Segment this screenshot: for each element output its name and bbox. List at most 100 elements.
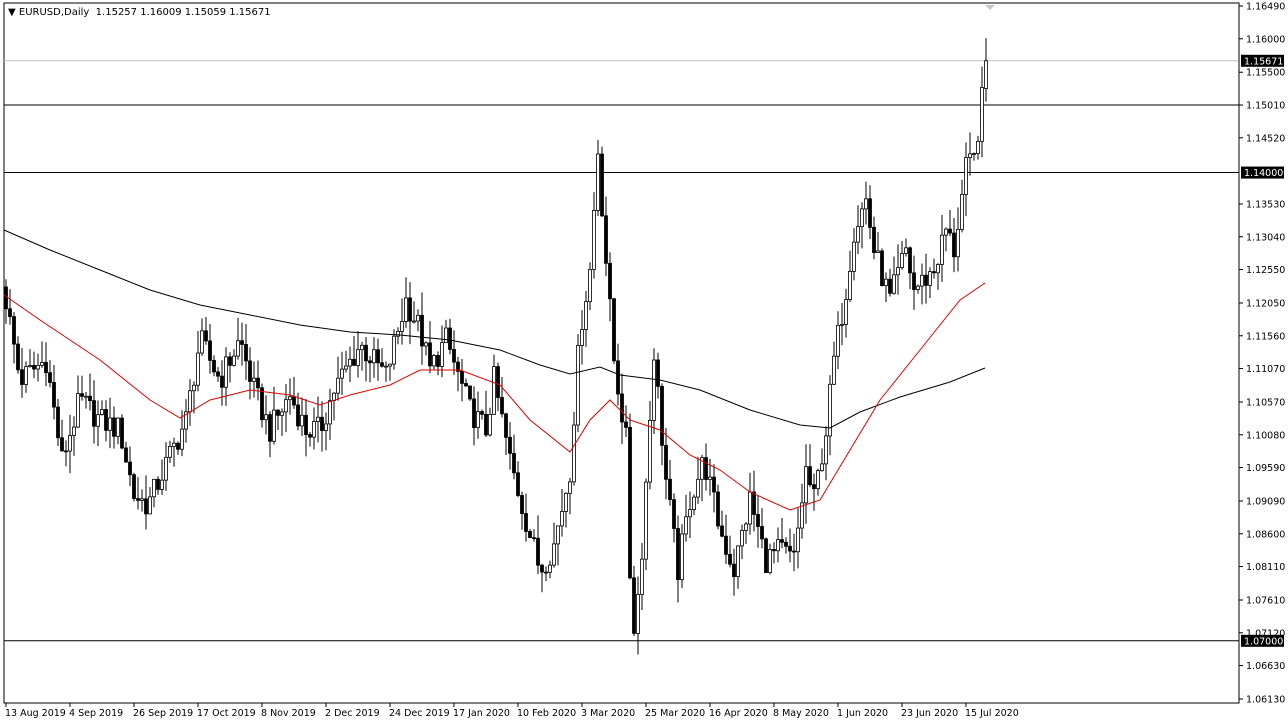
candle-body [749,492,752,524]
y-tick-label: 1.06130 [1246,695,1285,706]
candle-body [317,417,320,421]
y-tick-label: 1.09090 [1246,497,1285,508]
candle-body [793,551,796,552]
candle-body [877,251,880,253]
candle-body [473,399,476,428]
candle-body [945,229,948,235]
candle-body [13,317,16,344]
candle-body [825,436,828,464]
candle-body [305,415,308,434]
candle-body [205,331,208,341]
candle-body [513,453,516,472]
candle-body [577,346,580,426]
x-tick-label: 25 Mar 2020 [645,708,705,719]
candle-body [245,344,248,360]
candle-body [757,514,760,526]
candle-body [973,154,976,155]
candle-body [725,536,728,554]
candle-body [345,366,348,369]
candle-body [805,467,808,503]
x-tick-label: 8 May 2020 [773,708,829,719]
candle-body [485,414,488,435]
candle-body [949,229,952,233]
x-tick-label: 15 Jul 2020 [965,708,1019,719]
candle [469,386,472,401]
candle-body [425,343,428,346]
candle-body [377,350,380,363]
candle-body [137,499,140,501]
candle-body [89,396,92,400]
candle-body [169,446,172,457]
candle-body [77,394,80,427]
ohlc-values: 1.15257 1.16009 1.15059 1.15671 [96,7,271,18]
x-tick-label: 10 Feb 2020 [517,708,576,719]
candle-body [449,328,452,349]
candle [681,524,684,588]
y-tick-label: 1.07610 [1246,596,1285,607]
candle-body [41,362,44,365]
candle-body [353,359,356,365]
candle-body [781,540,784,543]
candle [601,147,604,217]
x-tick-label: 3 Mar 2020 [581,708,635,719]
candle-body [845,300,848,325]
candle [765,538,768,573]
candle-body [617,361,620,394]
candle-body [221,376,224,387]
candle-body [481,412,484,415]
candle-body [505,414,508,438]
candle-body [961,194,964,229]
candle-body [433,355,436,365]
candle-body [253,378,256,381]
x-tick-label: 24 Dec 2019 [389,708,450,719]
candle-body [385,366,388,367]
candle-body [365,345,368,361]
candle-body [81,394,84,397]
candle-body [349,359,352,366]
price-chart[interactable]: 1.164901.160001.155001.150101.145201.135… [0,0,1288,725]
candle-body [625,422,628,427]
candle-body [589,269,592,301]
candle-body [901,254,904,268]
candle-body [301,415,304,426]
y-tick-label: 1.12550 [1246,265,1285,276]
candle-body [381,363,384,366]
candle-body [777,540,780,551]
candle-body [849,271,852,299]
candle-body [833,356,836,384]
candle-body [517,473,520,496]
candle-body [545,572,548,573]
candle-body [633,578,636,634]
candle-body [809,467,812,485]
candle [577,334,580,432]
candle-body [889,279,892,293]
candle-body [765,539,768,573]
candle-body [665,445,668,479]
candle-body [753,492,756,514]
candle-body [373,350,376,363]
chart-header: ▼ EURUSD,Daily 1.15257 1.16009 1.15059 1… [8,7,271,18]
candle-body [929,272,932,286]
candle-body [289,397,292,400]
candle-body [769,549,772,572]
candle-body [73,427,76,435]
candle-body [125,448,128,462]
candle-body [553,544,556,565]
y-tick-label: 1.08600 [1246,529,1285,540]
candle-body [237,341,240,356]
candle-body [509,437,512,453]
candle [121,414,124,449]
candle-body [281,412,284,415]
candle-body [441,343,444,367]
candle-body [437,355,440,366]
y-tick-label: 1.14520 [1246,133,1285,144]
candle-body [909,248,912,273]
x-tick-label: 1 Jun 2020 [837,708,888,719]
candle-body [789,546,792,551]
candle-body [821,464,824,471]
candle [645,478,648,570]
candle-body [881,251,884,286]
candle-body [817,471,820,489]
header-dropdown-icon[interactable]: ▼ [8,7,19,18]
candle-body [813,485,816,489]
